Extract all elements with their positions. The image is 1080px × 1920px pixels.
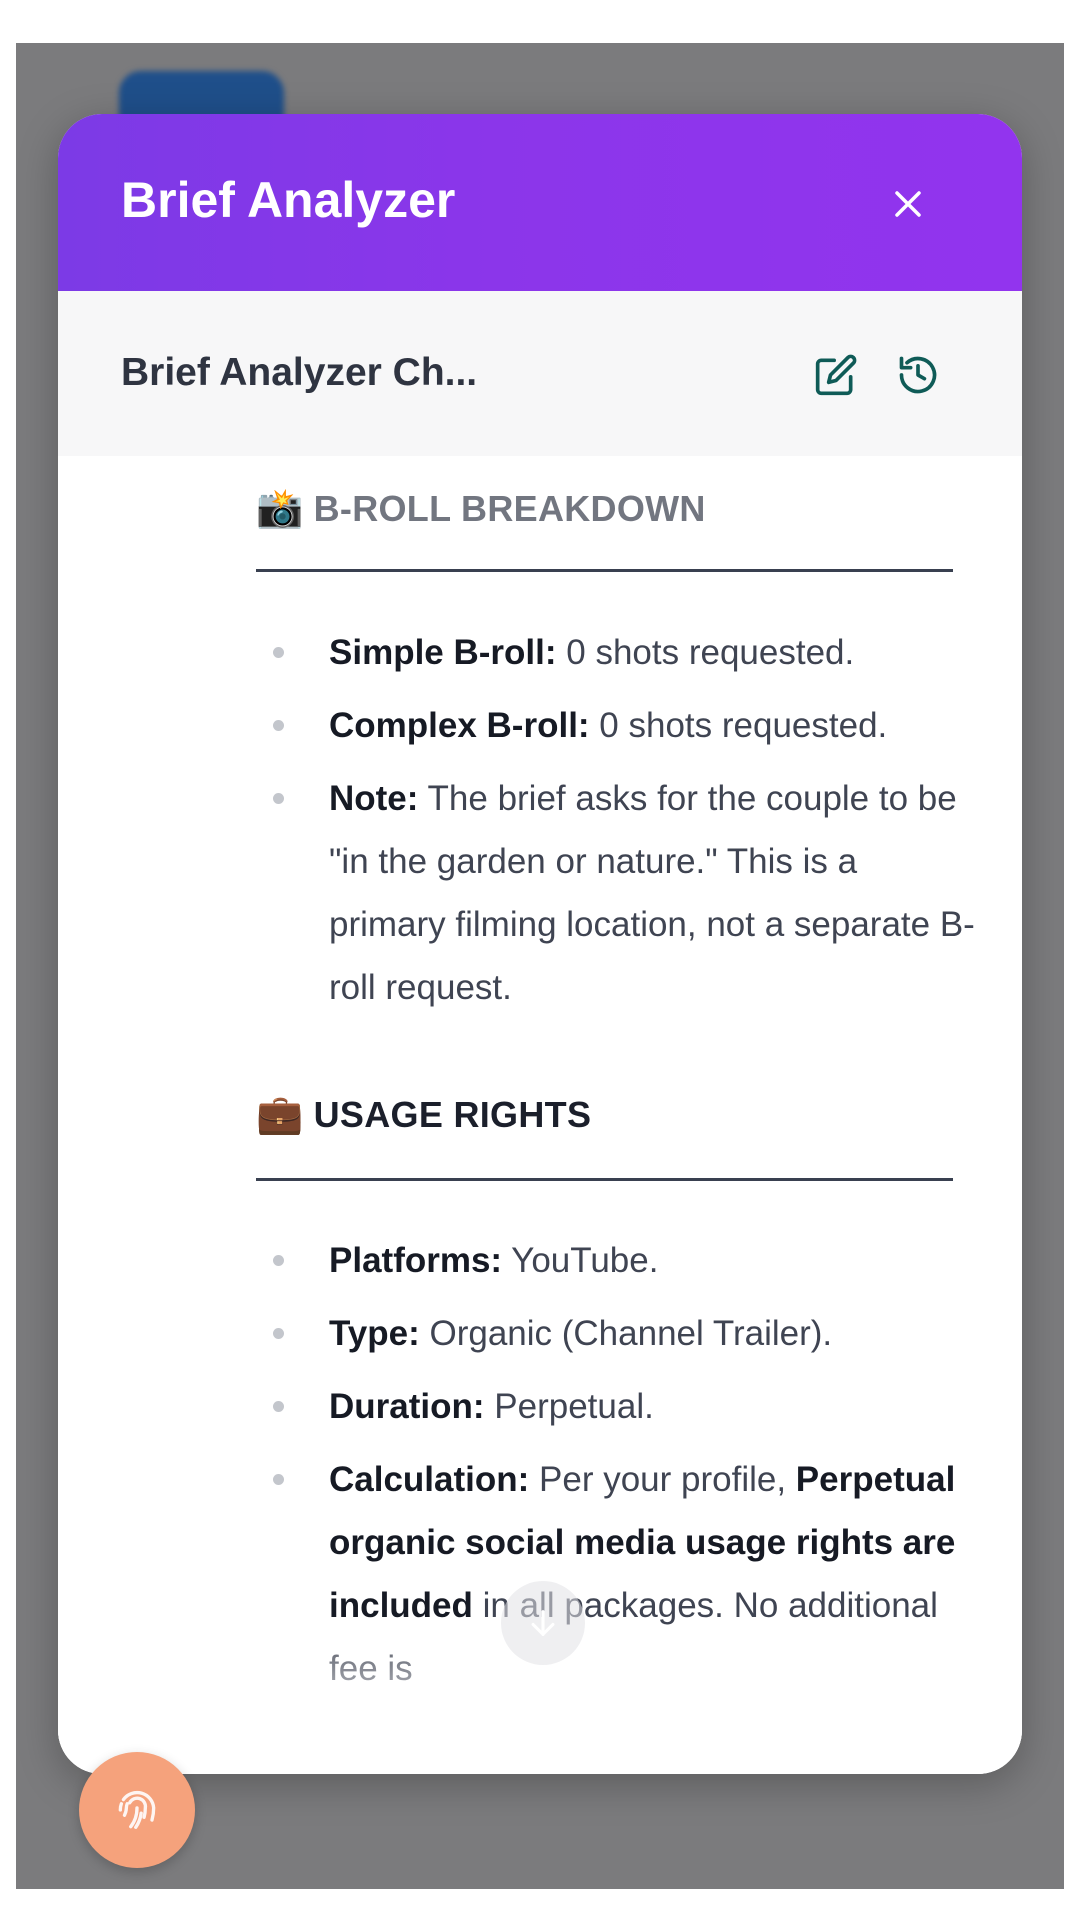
history-button[interactable]: [888, 345, 948, 405]
arrow-down-icon: [531, 1610, 555, 1636]
list-item: Complex B-roll: 0 shots requested.: [256, 694, 976, 757]
fingerprint-button[interactable]: [79, 1752, 195, 1868]
list-item: Note: The brief asks for the couple to b…: [256, 767, 976, 1019]
section-heading-usage-rights: 💼 USAGE RIGHTS: [256, 1092, 591, 1137]
brief-analyzer-modal: Brief Analyzer Brief Analyzer Ch... 📸 B-…: [58, 114, 1022, 1774]
section-divider: [256, 1178, 953, 1181]
section-heading-text: B-ROLL BREAKDOWN: [313, 487, 706, 529]
list-item: Duration: Perpetual.: [256, 1375, 976, 1438]
fingerprint-icon: [118, 1790, 156, 1829]
briefcase-icon: 💼: [256, 1092, 304, 1136]
edit-button[interactable]: [806, 345, 866, 405]
section-heading-text: USAGE RIGHTS: [313, 1093, 592, 1135]
chat-content[interactable]: 📸 B-ROLL BREAKDOWN Simple B-roll: 0 shot…: [58, 456, 1022, 1774]
broll-list: Simple B-roll: 0 shots requested. Comple…: [256, 621, 976, 1029]
modal-header: Brief Analyzer: [58, 114, 1022, 291]
chat-title: Brief Analyzer Ch...: [121, 351, 478, 394]
list-item: Calculation: Per your profile, Perpetual…: [256, 1448, 976, 1700]
page: Brief Analyzer Brief Analyzer Ch... 📸 B-…: [0, 0, 1080, 1920]
history-icon: [899, 356, 937, 394]
chat-subheader: Brief Analyzer Ch...: [58, 291, 1022, 456]
scroll-down-button[interactable]: [501, 1581, 585, 1665]
close-button[interactable]: [876, 172, 940, 236]
section-divider: [256, 569, 953, 572]
list-item: Simple B-roll: 0 shots requested.: [256, 621, 976, 684]
modal-title: Brief Analyzer: [121, 172, 456, 228]
section-heading-broll: 📸 B-ROLL BREAKDOWN: [256, 486, 706, 531]
edit-icon: [815, 354, 857, 396]
list-item: Platforms: YouTube.: [256, 1229, 976, 1292]
camera-icon: 📸: [256, 486, 304, 530]
close-icon: [895, 191, 921, 217]
list-item: Type: Organic (Channel Trailer).: [256, 1302, 976, 1365]
usage-rights-list: Platforms: YouTube. Type: Organic (Chann…: [256, 1229, 976, 1710]
